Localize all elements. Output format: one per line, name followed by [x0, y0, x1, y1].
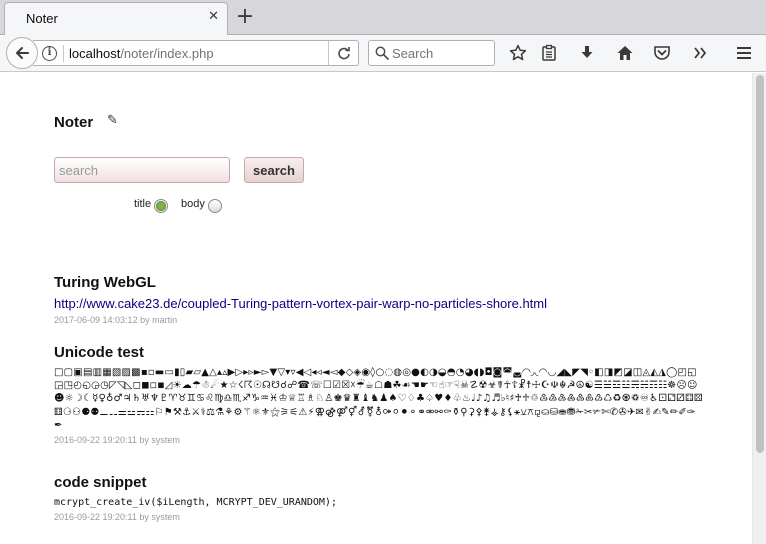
star-icon[interactable] [508, 43, 528, 63]
info-icon[interactable]: i [42, 46, 57, 61]
tab-bar: Noter ✕ + [0, 0, 766, 35]
url-host: localhost [69, 46, 121, 61]
reading-list-icon[interactable] [539, 43, 559, 63]
download-icon[interactable] [577, 43, 597, 63]
note-title[interactable]: code snippet [54, 474, 704, 492]
back-button[interactable] [6, 37, 38, 69]
pencil-icon[interactable]: ✎ [107, 113, 118, 128]
search-input[interactable] [54, 157, 230, 183]
tab-noter[interactable]: Noter ✕ [4, 2, 228, 35]
url-separator [63, 45, 64, 62]
radio-title[interactable] [154, 199, 168, 213]
note-link[interactable]: http://www.cake23.de/coupled-Turing-patt… [54, 296, 704, 312]
home-icon[interactable] [615, 43, 635, 63]
overflow-chevron-icon[interactable] [690, 43, 710, 63]
search-icon [375, 46, 389, 60]
pocket-icon[interactable] [652, 43, 672, 63]
arrow-left-icon [16, 47, 29, 59]
search-button[interactable]: search [244, 157, 304, 183]
tab-title: Noter [26, 11, 58, 26]
nav-bar: i localhost/noter/index.php Search [0, 35, 766, 72]
app-title: Noter [54, 114, 94, 131]
close-icon[interactable]: ✕ [208, 9, 219, 24]
page-scrollbar[interactable] [752, 73, 766, 544]
page-content: Noter ✎ search title body Turing WebGL h… [0, 73, 752, 544]
url-bar[interactable]: i localhost/noter/index.php [33, 40, 359, 66]
note-meta: 2016-09-22 19:20:11 by system [54, 435, 180, 445]
note-title[interactable]: Turing WebGL [54, 274, 704, 292]
note-code: mcrypt_create_iv($iLength, MCRYPT_DEV_UR… [54, 497, 337, 508]
new-tab-button[interactable]: + [234, 4, 256, 30]
menu-icon[interactable] [734, 43, 754, 63]
note-body-glyphs: □▢▣▤▥▦▧▨▩▪▫▬▭▮▯▰▱▲△▴▵▶▷▸▹►▻▼▽▾▿◀◁◂◃◄◅◆◇◈… [54, 367, 703, 431]
note-title[interactable]: Unicode test [54, 344, 704, 362]
search-bar[interactable]: Search [368, 40, 495, 66]
note-meta: 2016-09-22 19:20:11 by system [54, 512, 180, 522]
url-text[interactable]: localhost/noter/index.php [69, 46, 214, 61]
radio-body[interactable] [208, 199, 222, 213]
note-item: code snippet mcrypt_create_iv($iLength, … [54, 474, 704, 523]
radio-title-label: title [134, 198, 152, 210]
reload-icon[interactable] [328, 41, 358, 65]
note-item: Unicode test □▢▣▤▥▦▧▨▩▪▫▬▭▮▯▰▱▲△▴▵▶▷▸▹►▻… [54, 344, 704, 446]
scrollbar-thumb[interactable] [756, 75, 764, 453]
url-path: /noter/index.php [120, 46, 214, 61]
note-meta: 2017-06-09 14:03:12 by martin [54, 315, 178, 325]
search-bar-placeholder: Search [392, 46, 434, 61]
note-item: Turing WebGL http://www.cake23.de/couple… [54, 274, 704, 326]
radio-body-label: body [181, 198, 205, 210]
